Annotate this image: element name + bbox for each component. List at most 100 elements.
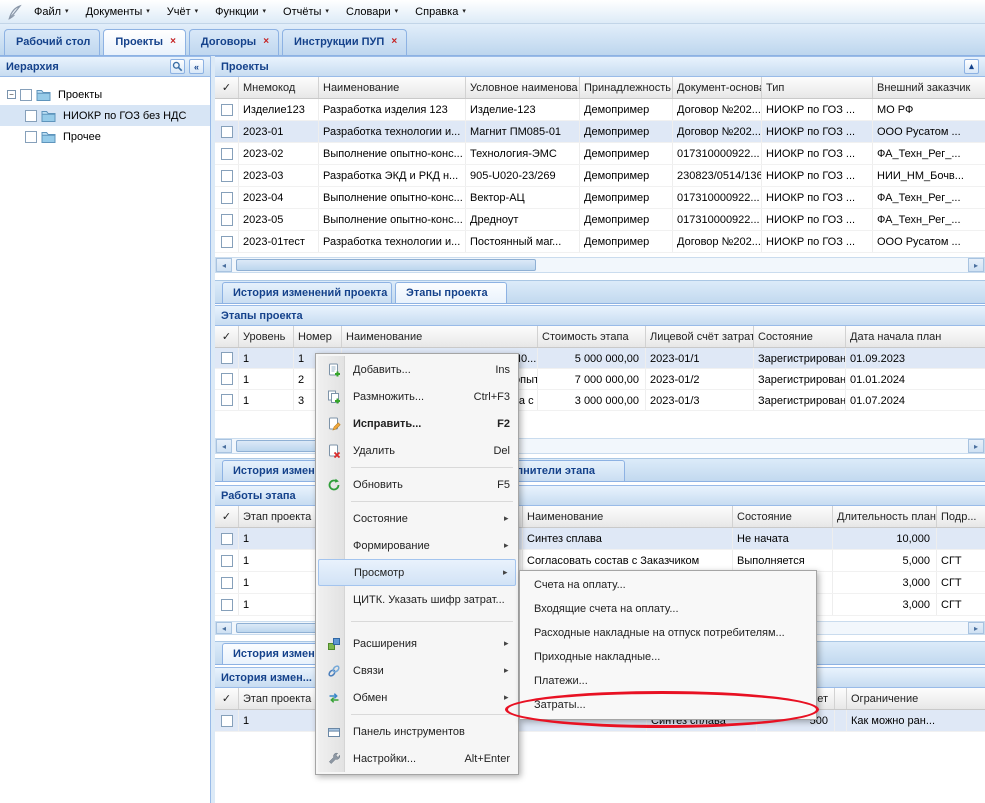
tab-contracts[interactable]: Договоры×	[189, 29, 279, 55]
scroll-right-button[interactable]: ▸	[968, 258, 984, 272]
menu-dictionaries[interactable]: Словари▾	[338, 3, 406, 21]
scroll-left-button[interactable]: ◂	[216, 439, 232, 453]
close-icon[interactable]: ×	[263, 37, 269, 55]
scroll-thumb[interactable]	[236, 259, 536, 271]
col-state[interactable]: Состояние	[754, 326, 846, 347]
menu-item-toolbar-panel[interactable]: Панель инструментов	[318, 718, 516, 745]
table-cell: СГТ	[937, 550, 985, 571]
collapse-sidebar-icon[interactable]: «	[189, 59, 204, 74]
menu-item-add[interactable]: Добавить... Ins	[318, 356, 516, 383]
close-icon[interactable]: ×	[391, 37, 397, 55]
tab-instructions[interactable]: Инструкции ПУП×	[282, 29, 407, 55]
scroll-right-button[interactable]: ▸	[968, 622, 984, 634]
row-checkbox[interactable]	[221, 533, 233, 545]
col-plan-duration[interactable]: Длительность план▼	[833, 506, 937, 527]
menu-item-formation[interactable]: Формирование ▸	[318, 532, 516, 559]
row-checkbox[interactable]	[221, 170, 233, 182]
submenu-item-payments[interactable]: Платежи...	[522, 669, 814, 693]
menu-reports[interactable]: Отчёты▾	[275, 3, 337, 21]
menu-item-settings[interactable]: Настройки... Alt+Enter	[318, 745, 516, 772]
menu-help[interactable]: Справка▾	[407, 3, 474, 21]
col-external-customer[interactable]: Внешний заказчик	[873, 77, 985, 98]
col-mnemocode[interactable]: Мнемокод	[239, 77, 319, 98]
submenu-item-incoming-waybills[interactable]: Приходные накладные...	[522, 645, 814, 669]
col-department[interactable]: Подр...	[937, 506, 985, 527]
column-header-select[interactable]: ✓	[215, 77, 239, 98]
tab-projects[interactable]: Проекты×	[103, 29, 186, 55]
menu-item-links[interactable]: Связи ▸	[318, 657, 516, 684]
table-row[interactable]: 2023-04 Выполнение опытно-конс... Вектор…	[215, 187, 985, 209]
row-checkbox[interactable]	[221, 148, 233, 160]
col-level[interactable]: Уровень	[239, 326, 294, 347]
submenu-item-incoming-invoices[interactable]: Входящие счета на оплату...	[522, 597, 814, 621]
menu-documents[interactable]: Документы▾	[78, 3, 158, 21]
menu-item-view[interactable]: Просмотр ▸	[318, 559, 516, 586]
column-header-select[interactable]: ✓	[215, 688, 239, 709]
col-name[interactable]: Наименование	[342, 326, 538, 347]
submenu-item-invoices[interactable]: Счета на оплату...	[522, 573, 814, 597]
scroll-left-button[interactable]: ◂	[216, 622, 232, 634]
col-conditional-name[interactable]: Условное наименова	[466, 77, 580, 98]
menu-accounting[interactable]: Учёт▾	[159, 3, 206, 21]
menu-functions[interactable]: Функции▾	[207, 3, 274, 21]
menu-file[interactable]: Файл▾	[26, 3, 77, 21]
menu-item-edit[interactable]: Исправить... F2	[318, 410, 516, 437]
row-checkbox[interactable]	[221, 394, 233, 406]
table-row[interactable]: 2023-01 Разработка технологии и... Магни…	[215, 121, 985, 143]
col-stage-cost[interactable]: Стоимость этапа	[538, 326, 646, 347]
col-ownership[interactable]: Принадлежность	[580, 77, 673, 98]
col-constraint[interactable]: Ограничение	[847, 688, 985, 709]
tree-item-projects[interactable]: − Проекты	[0, 84, 210, 105]
tree-checkbox[interactable]	[20, 89, 32, 101]
col-basis-document[interactable]: Документ-основан	[673, 77, 762, 98]
table-row[interactable]: 2023-03 Разработка ЭКД и РКД н... 905-U0…	[215, 165, 985, 187]
scroll-left-button[interactable]: ◂	[216, 258, 232, 272]
row-checkbox[interactable]	[221, 599, 233, 611]
table-row[interactable]: 2023-01тест Разработка технологии и... П…	[215, 231, 985, 253]
close-icon[interactable]: ×	[170, 37, 176, 55]
menu-item-refresh[interactable]: Обновить F5	[318, 471, 516, 498]
tree-checkbox[interactable]	[25, 110, 37, 122]
row-checkbox[interactable]	[221, 192, 233, 204]
table-row[interactable]: 2023-05 Выполнение опытно-конс... Дредно…	[215, 209, 985, 231]
menu-item-citk-cost-code[interactable]: ЦИТК. Указать шифр затрат...	[318, 586, 516, 613]
row-checkbox[interactable]	[221, 214, 233, 226]
find-icon[interactable]	[170, 59, 185, 74]
col-number[interactable]: Номер	[294, 326, 342, 347]
row-checkbox[interactable]	[221, 715, 233, 727]
table-row[interactable]: Изделие123 Разработка изделия 123 Издели…	[215, 99, 985, 121]
col-cost-account[interactable]: Лицевой счёт затрат.	[646, 326, 754, 347]
col-plan-start-date[interactable]: Дата начала план	[846, 326, 985, 347]
collapse-panel-icon[interactable]: ▴	[964, 59, 979, 74]
row-checkbox[interactable]	[221, 126, 233, 138]
menu-item-duplicate[interactable]: Размножить... Ctrl+F3	[318, 383, 516, 410]
menu-item-state[interactable]: Состояние ▸	[318, 505, 516, 532]
col-name[interactable]: Наименование	[523, 506, 733, 527]
tree-collapse-icon[interactable]: −	[7, 90, 16, 99]
projects-hscrollbar[interactable]: ◂ ▸	[215, 257, 985, 273]
row-checkbox[interactable]	[221, 104, 233, 116]
submenu-item-outgoing-waybills[interactable]: Расходные накладные на отпуск потребител…	[522, 621, 814, 645]
menu-item-exchange[interactable]: Обмен ▸	[318, 684, 516, 711]
menu-item-delete[interactable]: Удалить Del	[318, 437, 516, 464]
column-header-select[interactable]: ✓	[215, 506, 239, 527]
row-checkbox[interactable]	[221, 577, 233, 589]
scroll-right-button[interactable]: ▸	[968, 439, 984, 453]
col-state[interactable]: Состояние	[733, 506, 833, 527]
row-checkbox[interactable]	[221, 352, 233, 364]
tree-item-niokr[interactable]: НИОКР по ГОЗ без НДС	[0, 105, 210, 126]
submenu-item-costs[interactable]: Затраты...	[522, 693, 814, 717]
col-type[interactable]: Тип	[762, 77, 873, 98]
menu-item-extensions[interactable]: Расширения ▸	[318, 630, 516, 657]
row-checkbox[interactable]	[221, 236, 233, 248]
column-header-select[interactable]: ✓	[215, 326, 239, 347]
col-name[interactable]: Наименование	[319, 77, 466, 98]
tab-desktop[interactable]: Рабочий стол	[4, 29, 100, 55]
tab-project-history[interactable]: История изменений проекта	[222, 282, 392, 303]
tree-checkbox[interactable]	[25, 131, 37, 143]
tab-project-stages[interactable]: Этапы проекта	[395, 282, 507, 303]
row-checkbox[interactable]	[221, 373, 233, 385]
table-row[interactable]: 2023-02 Выполнение опытно-конс... Технол…	[215, 143, 985, 165]
tree-item-other[interactable]: Прочее	[0, 126, 210, 147]
row-checkbox[interactable]	[221, 555, 233, 567]
